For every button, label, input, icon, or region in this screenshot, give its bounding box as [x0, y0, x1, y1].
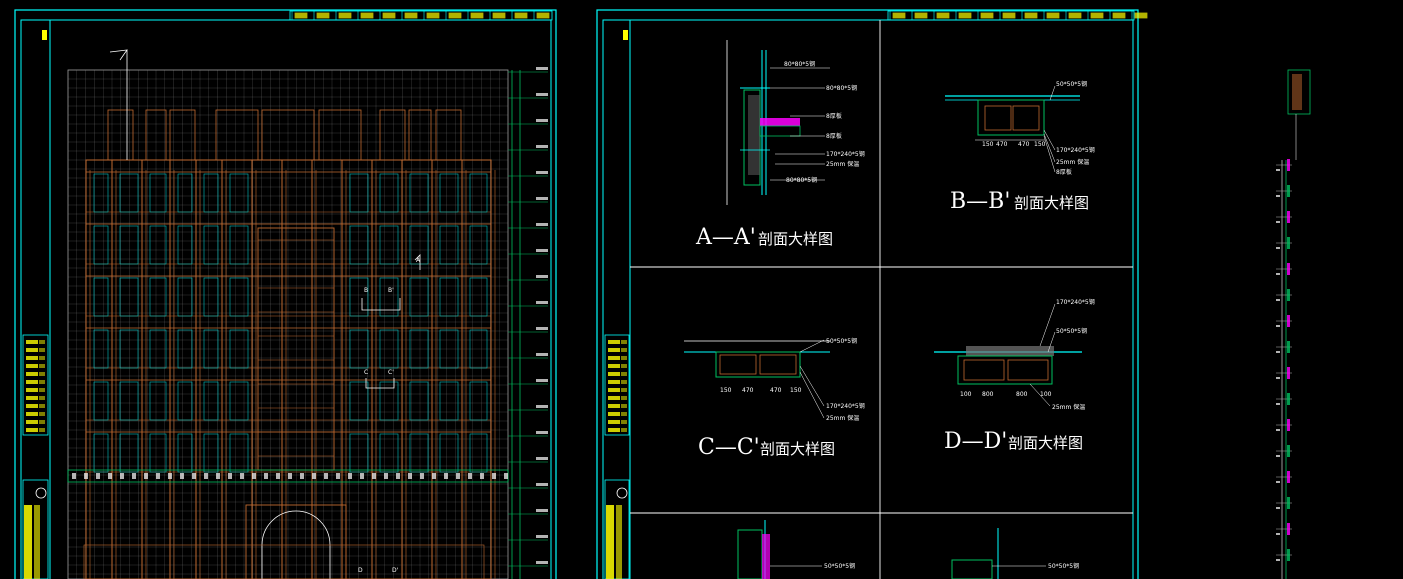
elevation-drawing[interactable]: B B' C C' A D D' [67, 49, 548, 579]
detail-c[interactable]: 150 470 470 150 50*50*5钢 170*240*5钢 25mm… [684, 337, 865, 460]
dim-d-2: 800 [982, 391, 994, 398]
callout-c-2: 170*240*5钢 [826, 402, 865, 410]
marker-c-label: C [364, 369, 368, 376]
detail-b-title: 剖面大样图 [1014, 194, 1089, 212]
sheet-details[interactable]: 80*80*5钢 80*80*5钢 8厚板 8厚板 170*240*5钢 25m… [596, 9, 1148, 579]
callout-e-1: 50*50*5钢 [824, 562, 855, 570]
callout-b-3: 25mm 保温 [1056, 158, 1089, 166]
dim-c-2: 470 [742, 387, 754, 394]
section-marker-a[interactable]: A [414, 254, 421, 270]
callout-a-6: 25mm 保温 [826, 160, 859, 168]
detail-c-mark: C—C' [698, 435, 760, 460]
dim-c-3: 470 [770, 387, 782, 394]
top-title-strip [289, 10, 553, 21]
detail-a-mark: A—A' [695, 225, 756, 250]
left-title-block-2 [604, 20, 631, 579]
top-title-strip-2 [887, 10, 1148, 21]
detail-c-title: 剖面大样图 [760, 440, 835, 458]
callout-d-1: 170*240*5钢 [1056, 298, 1095, 306]
detail-a[interactable]: 80*80*5钢 80*80*5钢 8厚板 8厚板 170*240*5钢 25m… [695, 40, 865, 250]
detail-d-title: 剖面大样图 [1008, 434, 1083, 452]
section-marker-d[interactable]: D D' [358, 567, 399, 574]
dim-b-2: 470 [996, 141, 1008, 148]
detail-d-mark: D—D' [944, 429, 1007, 454]
marker-d-prime-label: D' [392, 567, 399, 574]
callout-a-1: 80*80*5钢 [784, 60, 815, 68]
sheet-side-elevation[interactable] [1276, 69, 1311, 579]
callout-c-3: 25mm 保温 [826, 414, 859, 422]
callout-a-2: 80*80*5钢 [826, 84, 857, 92]
detail-a-title: 剖面大样图 [758, 230, 833, 248]
callout-b-2: 170*240*5钢 [1056, 146, 1095, 154]
dim-c-4: 150 [790, 387, 802, 394]
cad-drawing-canvas: B B' C C' A D D' 80*80*5钢 80*80*5钢 8厚板 8… [14, 9, 1311, 579]
callout-c-1: 50*50*5钢 [826, 337, 857, 345]
detail-d[interactable]: 100 800 800 100 170*240*5钢 50*50*5钢 25mm… [934, 298, 1095, 454]
callout-f-1: 50*50*5钢 [1048, 562, 1079, 570]
callout-d-2: 50*50*5钢 [1056, 327, 1087, 335]
marker-b-prime-label: B' [388, 287, 394, 294]
detail-f-partial[interactable]: 50*50*5钢 [951, 528, 1079, 579]
sheet-elevation[interactable]: B B' C C' A D D' [14, 9, 557, 579]
detail-e-partial[interactable]: 50*50*5钢 [737, 520, 855, 579]
detail-b[interactable]: 150 470 470 150 50*50*5钢 170*240*5钢 25mm… [945, 80, 1095, 214]
callout-a-7: 80*80*5钢 [786, 176, 817, 184]
marker-b-label: B [364, 287, 368, 294]
marker-d-label: D [358, 567, 363, 574]
detail-b-mark: B—B' [950, 189, 1010, 214]
callout-a-3: 8厚板 [826, 112, 842, 120]
dim-b-4: 150 [1034, 141, 1046, 148]
callout-b-4: 8厚板 [1056, 168, 1072, 176]
dim-d-1: 100 [960, 391, 972, 398]
left-title-block [22, 20, 51, 579]
dim-b-3: 470 [1018, 141, 1030, 148]
callout-b-1: 50*50*5钢 [1056, 80, 1087, 88]
callout-d-3: 25mm 保温 [1052, 403, 1085, 411]
callout-a-4: 8厚板 [826, 132, 842, 140]
dim-b-1: 150 [982, 141, 994, 148]
marker-c-prime-label: C' [388, 369, 394, 376]
flagpole [109, 49, 128, 160]
callout-a-5: 170*240*5钢 [826, 150, 865, 158]
dim-c-1: 150 [720, 387, 732, 394]
dim-d-3: 800 [1016, 391, 1028, 398]
